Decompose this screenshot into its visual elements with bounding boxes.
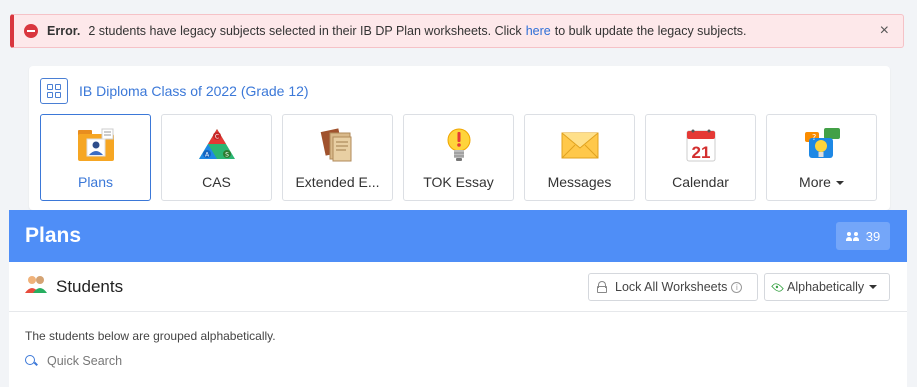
group-note: The students below are grouped alphabeti… [25, 329, 276, 343]
lock-icon [597, 281, 607, 293]
tile-label: Plans [77, 174, 114, 190]
students-title: Students [56, 276, 124, 296]
students-icon [24, 274, 48, 299]
tile-label: TOK Essay [423, 174, 494, 190]
tile-label: Messages [547, 174, 612, 190]
svg-text:C: C [214, 134, 218, 141]
more-label: More [799, 174, 831, 190]
svg-text:S: S [225, 152, 229, 159]
tile-label: More [799, 174, 844, 190]
cas-triangle-icon: C A S [195, 125, 239, 165]
plans-panel: Plans 39 Students Lock All Worksheets i [9, 210, 907, 387]
tile-tok-essay[interactable]: TOK Essay [403, 114, 514, 201]
plans-header: Plans 39 [9, 210, 907, 262]
users-icon [845, 231, 860, 241]
svg-text:?: ? [812, 133, 816, 142]
calendar-icon: 21 [679, 125, 723, 165]
error-icon [24, 24, 38, 38]
tile-plans[interactable]: Plans [40, 114, 151, 201]
tile-label: Calendar [672, 174, 729, 190]
alert-message: 2 students have legacy subjects selected… [88, 24, 522, 38]
tile-more[interactable]: ? More [766, 114, 877, 201]
folder-person-icon [74, 125, 118, 165]
error-alert: Error. 2 students have legacy subjects s… [10, 14, 904, 48]
class-title[interactable]: IB Diploma Class of 2022 (Grade 12) [79, 83, 309, 99]
students-toolbar: Students Lock All Worksheets i Alphabeti… [9, 262, 907, 312]
module-tiles: Plans C A S CAS Extended E... TOK Essay … [40, 114, 887, 201]
page-title: Plans [25, 224, 82, 247]
calendar-day: 21 [691, 143, 710, 162]
alert-message-end: to bulk update the legacy subjects. [554, 24, 747, 38]
tile-extended-essay[interactable]: Extended E... [282, 114, 393, 201]
quick-search[interactable]: Quick Search [25, 354, 122, 368]
bulk-update-link[interactable]: here [526, 24, 551, 38]
lock-all-worksheets-button[interactable]: Lock All Worksheets i [588, 273, 758, 301]
envelope-icon [558, 125, 602, 165]
sort-dropdown[interactable]: Alphabetically [764, 273, 890, 301]
sort-label: Alphabetically [787, 280, 865, 294]
tile-label: CAS [202, 174, 231, 190]
tile-label: Extended E... [295, 174, 380, 190]
search-input[interactable]: Quick Search [47, 354, 122, 368]
chat-lightbulb-icon: ? [800, 125, 844, 165]
documents-icon [316, 125, 360, 165]
search-icon [25, 355, 37, 367]
class-header: IB Diploma Class of 2022 (Grade 12) [40, 78, 309, 104]
eye-icon [771, 280, 784, 294]
tile-calendar[interactable]: 21 Calendar [645, 114, 756, 201]
caret-down-icon [869, 285, 878, 289]
student-count-badge[interactable]: 39 [836, 222, 890, 250]
close-icon[interactable]: × [880, 22, 889, 40]
class-card: IB Diploma Class of 2022 (Grade 12) Plan… [29, 66, 890, 210]
caret-down-icon [835, 181, 844, 186]
lightbulb-icon [437, 125, 481, 165]
lock-button-label: Lock All Worksheets [615, 280, 728, 294]
info-icon[interactable]: i [731, 281, 743, 293]
tile-cas[interactable]: C A S CAS [161, 114, 272, 201]
grid-icon[interactable] [40, 78, 68, 104]
student-count: 39 [865, 228, 881, 244]
alert-label: Error. [47, 24, 81, 38]
tile-messages[interactable]: Messages [524, 114, 635, 201]
